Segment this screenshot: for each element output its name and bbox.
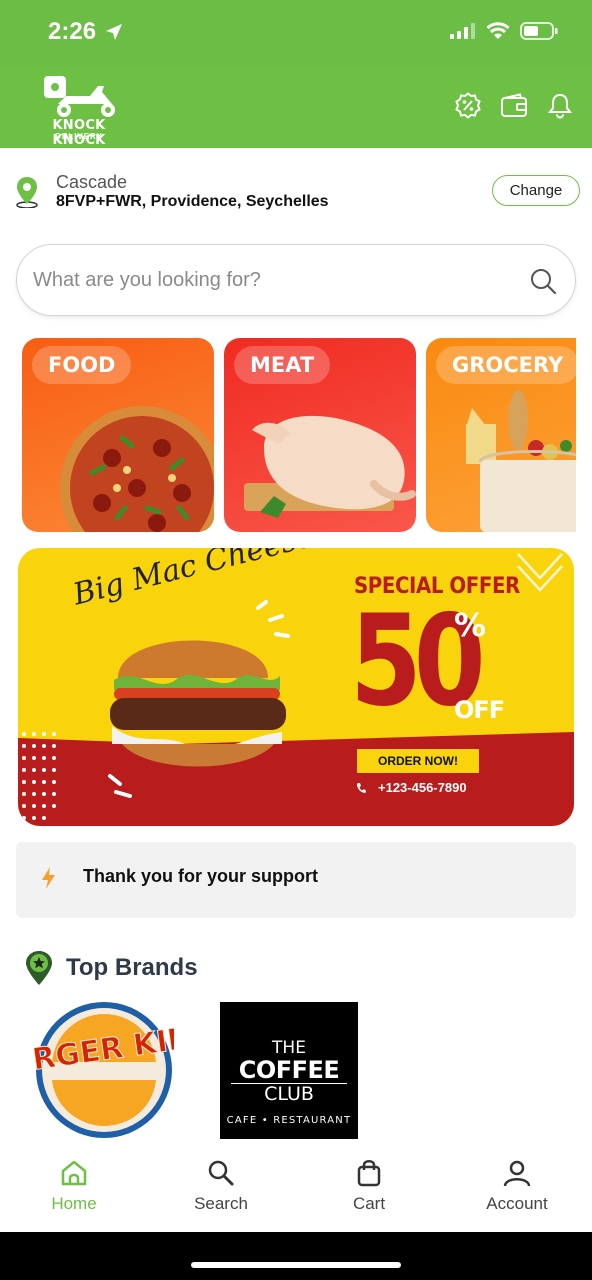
- nav-cart[interactable]: Cart: [309, 1158, 429, 1224]
- logo-tagline: DELIVERY: [55, 132, 103, 141]
- star-badge-icon: [26, 951, 52, 985]
- cart-bag-icon: [357, 1160, 381, 1187]
- promo-off: OFF: [454, 696, 505, 724]
- promo-percent: %: [454, 606, 487, 644]
- offers-percent-icon[interactable]: [454, 92, 482, 120]
- search-input[interactable]: [33, 263, 513, 297]
- status-time-text: 2:26: [48, 18, 97, 45]
- category-carousel: FOOD MEAT GROCERY: [22, 338, 576, 532]
- category-card-meat[interactable]: MEAT: [224, 338, 416, 532]
- order-now-button[interactable]: ORDER NOW!: [357, 749, 479, 773]
- coffee-club-tagline: CAFE • RESTAURANT: [226, 1115, 352, 1126]
- location-pin-icon: [16, 177, 38, 208]
- delivery-scooter-icon: [44, 76, 115, 117]
- burger-king-logo: BURGER KING: [0, 1002, 220, 1138]
- location-arrow-icon: [106, 24, 123, 40]
- status-indicators: [450, 22, 558, 40]
- nav-account-label: Account: [486, 1194, 548, 1213]
- search-icon[interactable]: [529, 267, 557, 295]
- battery-icon: [520, 22, 558, 40]
- category-label-grocery: GROCERY: [436, 346, 576, 384]
- notification-bell-icon[interactable]: [546, 92, 574, 120]
- location-address: 8FVP+FWR, Providence, Seychelles: [56, 193, 329, 210]
- delivery-location: Cascade 8FVP+FWR, Providence, Seychelles…: [14, 170, 580, 216]
- wallet-icon[interactable]: [500, 92, 528, 120]
- nav-account[interactable]: Account: [457, 1158, 577, 1224]
- location-name: Cascade: [56, 172, 128, 192]
- promo-phone: +123-456-7890: [356, 780, 467, 795]
- lightning-bolt-icon: [42, 867, 55, 889]
- status-bar: 2:26: [0, 0, 592, 66]
- nav-home-label: Home: [51, 1194, 97, 1213]
- coffee-club-club: CLUB: [264, 1083, 314, 1105]
- notice-text: Thank you for your support: [83, 866, 319, 886]
- category-label-meat: MEAT: [234, 346, 331, 384]
- home-indicator[interactable]: [191, 1262, 401, 1268]
- support-notice: Thank you for your support: [16, 842, 576, 918]
- change-location-button[interactable]: Change: [492, 175, 580, 206]
- nav-search[interactable]: Search: [161, 1158, 281, 1224]
- home-indicator-area: [0, 1232, 592, 1280]
- wifi-icon: [486, 22, 510, 39]
- status-time: 2:26: [48, 18, 124, 46]
- coffee-club-coffee: COFFEE: [238, 1056, 340, 1084]
- top-brands-title: Top Brands: [66, 954, 198, 981]
- header-actions: [454, 92, 574, 120]
- nav-search-label: Search: [194, 1194, 248, 1213]
- bottom-navigation: Home Search Cart Account: [0, 1150, 592, 1232]
- promo-phone-number: +123-456-7890: [378, 780, 467, 795]
- account-icon: [503, 1160, 531, 1187]
- brand-burger-king[interactable]: BURGER KING: [0, 1000, 220, 1140]
- category-label-food: FOOD: [32, 346, 132, 384]
- top-brands-header: Top Brands: [24, 950, 198, 986]
- nav-home[interactable]: Home: [14, 1158, 134, 1224]
- nav-cart-label: Cart: [352, 1194, 386, 1213]
- category-card-grocery[interactable]: GROCERY: [426, 338, 576, 532]
- search-bar[interactable]: [16, 244, 576, 316]
- cellular-signal-icon: [450, 23, 475, 39]
- coffee-club-the: THE: [272, 1038, 306, 1058]
- search-nav-icon: [208, 1160, 234, 1186]
- app-logo[interactable]: KNOCK KNOCK DELIVERY: [28, 74, 130, 148]
- home-icon: [61, 1160, 87, 1186]
- promo-banner[interactable]: Big Mac Cheese SPECIAL OFFER 50 % OFF OR…: [18, 548, 574, 826]
- brand-coffee-club[interactable]: THE COFFEE CLUB CAFE • RESTAURANT: [220, 1002, 358, 1139]
- phone-icon: [357, 782, 366, 793]
- app-header: KNOCK KNOCK DELIVERY: [0, 66, 592, 148]
- category-card-food[interactable]: FOOD: [22, 338, 214, 532]
